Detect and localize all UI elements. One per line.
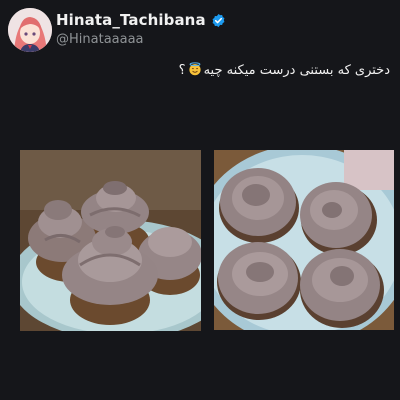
cupcakes-photo-1 [20, 150, 201, 331]
display-name[interactable]: Hinata_Tachibana [56, 11, 206, 29]
tweet-photo-2[interactable] [214, 150, 394, 330]
tweet-header: Hinata_Tachibana @Hinataaaaa [8, 8, 392, 52]
handle[interactable]: @Hinataaaaa [56, 32, 144, 47]
verified-badge-icon [212, 13, 225, 27]
avatar-image [8, 8, 52, 52]
smiling-face-with-halo-emoji-icon [188, 62, 201, 76]
tweet-photo-1[interactable] [20, 150, 201, 331]
name-row: Hinata_Tachibana [56, 10, 226, 30]
tweet-text-body: دختری که بستنی درست میکنه چیه [203, 63, 390, 78]
cupcakes-photo-2 [214, 150, 394, 330]
tweet-text: دختری که بستنی درست میکنه چیه ؟ [10, 62, 390, 78]
avatar[interactable] [8, 8, 52, 52]
tweet-text-question-mark: ؟ [178, 63, 186, 78]
